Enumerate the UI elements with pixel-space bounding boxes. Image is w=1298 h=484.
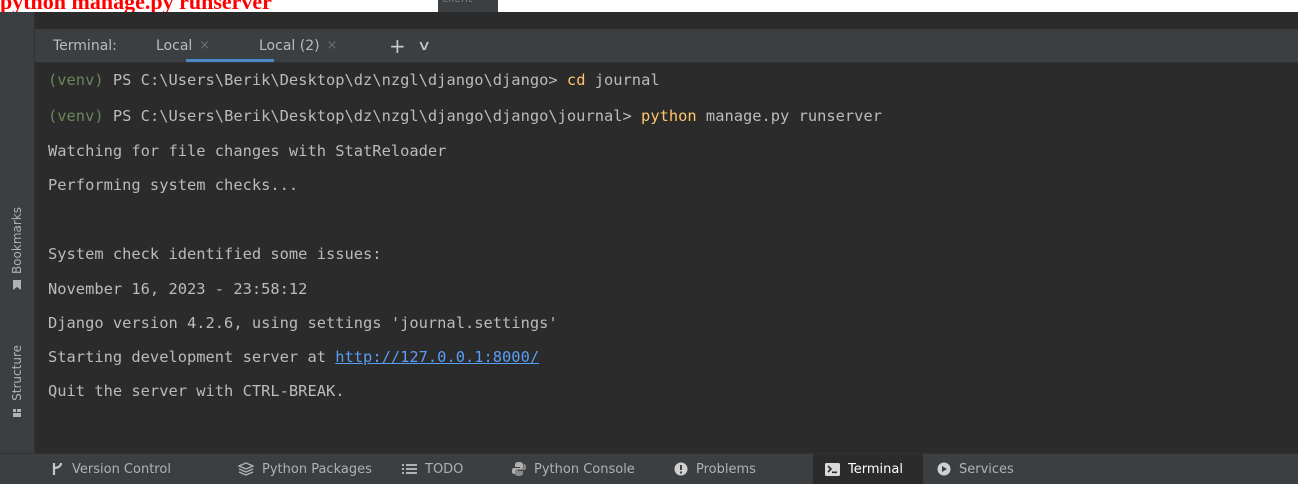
- terminal-line: (venv) PS C:\Users\Berik\Desktop\dz\nzgl…: [48, 71, 660, 89]
- tab-local-2[interactable]: Local (2) ×: [259, 29, 337, 62]
- python-console-icon: [512, 462, 526, 476]
- command-caption: python manage.py runserver: [0, 0, 272, 12]
- tab-terminal[interactable]: Terminal: [813, 454, 923, 484]
- tab-python-console[interactable]: Python Console: [512, 454, 635, 484]
- tab-python-packages-label: Python Packages: [262, 461, 372, 477]
- tab-services[interactable]: Services: [937, 454, 1014, 484]
- editor-tab-fragment-label: client: [442, 0, 472, 5]
- terminal-line: Quit the server with CTRL-BREAK.: [48, 382, 345, 400]
- plus-icon: +: [389, 33, 406, 58]
- tab-dropdown-button[interactable]: ∨: [417, 29, 431, 62]
- terminal-line: (venv) PS C:\Users\Berik\Desktop\dz\nzgl…: [48, 107, 882, 125]
- problems-icon: [674, 462, 688, 476]
- tab-problems-label: Problems: [696, 461, 756, 477]
- version-control-icon: [52, 462, 63, 475]
- structure-tool-button[interactable]: Structure: [0, 345, 34, 417]
- editor-tab-fragment: client: [438, 0, 498, 12]
- active-tab-indicator: [186, 59, 274, 62]
- python-packages-icon: [238, 462, 254, 476]
- close-icon[interactable]: ×: [199, 38, 210, 53]
- tab-local-2-label: Local (2): [259, 37, 320, 54]
- terminal-line: November 16, 2023 - 23:58:12: [48, 280, 308, 298]
- add-tab-button[interactable]: +: [389, 29, 406, 62]
- terminal-line: Starting development server at http://12…: [48, 348, 540, 366]
- bookmarks-tool-button[interactable]: Bookmarks: [0, 207, 34, 291]
- bookmark-icon: [13, 280, 21, 291]
- tab-local[interactable]: Local ×: [156, 29, 210, 62]
- tab-todo-label: TODO: [425, 461, 464, 477]
- terminal-line: Django version 4.2.6, using settings 'jo…: [48, 314, 558, 332]
- tab-local-label: Local: [156, 37, 193, 54]
- terminal-header: Terminal: Local × Local (2) × + ∨: [35, 29, 1298, 63]
- bookmarks-label: Bookmarks: [10, 207, 24, 275]
- tab-python-packages[interactable]: Python Packages: [238, 454, 372, 484]
- terminal-line: Watching for file changes with StatReloa…: [48, 142, 447, 160]
- tab-services-label: Services: [959, 461, 1014, 477]
- tab-terminal-label: Terminal: [848, 461, 903, 477]
- left-tool-strip: Bookmarks Structure: [0, 12, 35, 453]
- tab-version-control-label: Version Control: [72, 461, 171, 477]
- tab-version-control[interactable]: Version Control: [52, 454, 171, 484]
- top-strip: python manage.py runserver client: [0, 0, 1298, 12]
- terminal-title: Terminal:: [53, 37, 117, 54]
- terminal-output[interactable]: (venv) PS C:\Users\Berik\Desktop\dz\nzgl…: [35, 63, 1298, 453]
- terminal-line: System check identified some issues:: [48, 245, 382, 263]
- chevron-down-icon: ∨: [416, 37, 432, 54]
- tab-problems[interactable]: Problems: [674, 454, 756, 484]
- terminal-icon: [825, 462, 840, 476]
- tab-todo[interactable]: TODO: [402, 454, 463, 484]
- structure-label: Structure: [10, 345, 24, 401]
- todo-icon: [402, 464, 417, 474]
- tab-python-console-label: Python Console: [534, 461, 635, 477]
- bottom-tool-bar: Version Control Python Packages TODO Pyt…: [0, 453, 1298, 484]
- structure-icon: [13, 408, 21, 417]
- close-icon[interactable]: ×: [327, 38, 338, 53]
- terminal-line: Performing system checks...: [48, 176, 299, 194]
- server-url-link[interactable]: http://127.0.0.1:8000/: [335, 348, 539, 366]
- services-icon: [937, 462, 951, 476]
